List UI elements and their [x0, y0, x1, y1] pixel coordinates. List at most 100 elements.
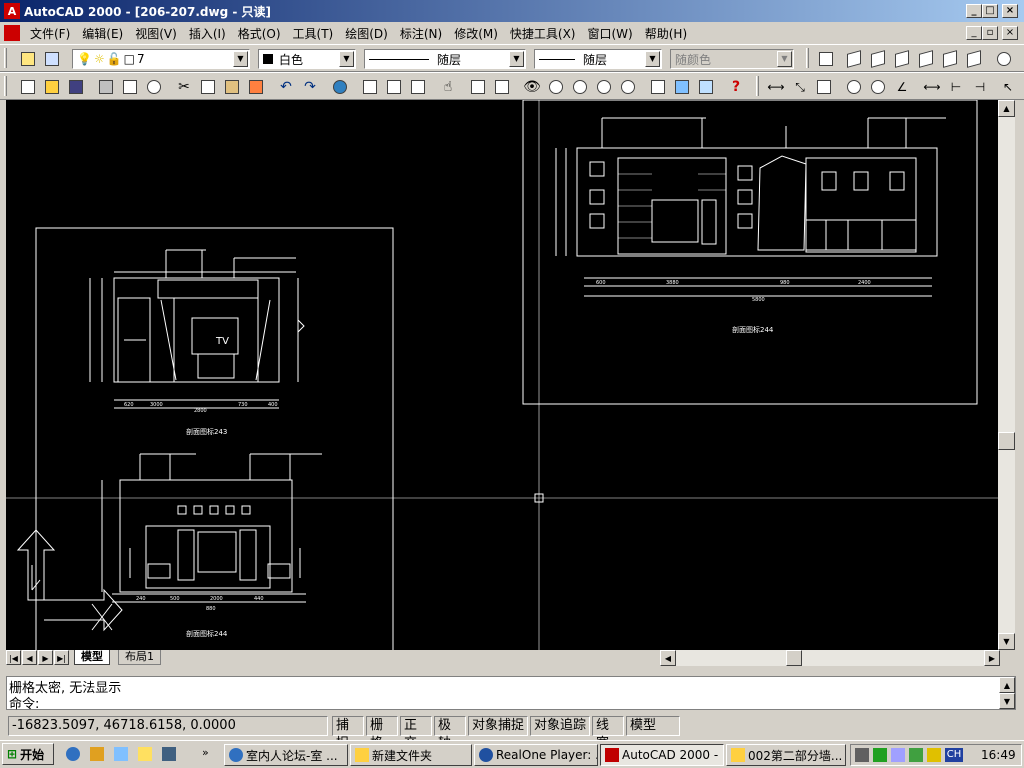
- quick-leader-icon[interactable]: ↖: [998, 77, 1018, 97]
- properties-icon[interactable]: [648, 77, 668, 97]
- task-realone[interactable]: RealOne Player: ...: [474, 744, 598, 766]
- iso-view-top-icon[interactable]: [940, 49, 960, 69]
- menu-shortcut-tools[interactable]: 快捷工具(X): [504, 25, 582, 42]
- monitor-icon[interactable]: [891, 748, 905, 762]
- start-button[interactable]: ⊞ 开始: [2, 743, 54, 765]
- command-scroll-down-icon[interactable]: ▼: [999, 693, 1015, 709]
- zoom-previous-icon[interactable]: [618, 77, 638, 97]
- maximize-button[interactable]: □: [982, 4, 998, 18]
- scroll-up-icon[interactable]: ▲: [998, 100, 1015, 117]
- task-autocad[interactable]: AutoCAD 2000 - [...: [600, 744, 724, 766]
- baseline-dimension-icon[interactable]: ⊢: [946, 77, 966, 97]
- clock[interactable]: 16:49: [981, 748, 1016, 762]
- paste-icon[interactable]: [222, 77, 242, 97]
- doc-restore-button[interactable]: ▫: [982, 26, 998, 40]
- task-folder-002[interactable]: 002第二部分墙...: [726, 744, 846, 766]
- web-browser-icon[interactable]: [330, 77, 350, 97]
- scroll-thumb[interactable]: [998, 432, 1015, 450]
- snap-toggle[interactable]: 捕捉: [332, 716, 364, 751]
- iso-view-ne-icon[interactable]: [892, 49, 912, 69]
- minimize-button[interactable]: _: [966, 4, 982, 18]
- match-properties-icon[interactable]: [246, 77, 266, 97]
- document-icon[interactable]: [4, 25, 20, 41]
- menu-dimension[interactable]: 标注(N): [394, 25, 448, 42]
- print-preview-icon[interactable]: [120, 77, 140, 97]
- iso-view-se-icon[interactable]: [868, 49, 888, 69]
- scroll-left-icon[interactable]: ◀: [660, 650, 676, 666]
- toolbar-grip[interactable]: [4, 76, 7, 96]
- menu-file[interactable]: 文件(F): [24, 25, 76, 42]
- tab-prev-icon[interactable]: ◀: [22, 650, 37, 665]
- command-prompt[interactable]: 命令:: [9, 693, 39, 712]
- drawing-canvas[interactable]: TV 剖面图标243 剖面图标244 剖面图标244 620 2800 3000…: [6, 100, 998, 650]
- command-scroll-up-icon[interactable]: ▲: [999, 677, 1015, 693]
- hscroll-thumb[interactable]: [786, 650, 802, 666]
- viewports-icon[interactable]: [492, 77, 512, 97]
- chevron-down-icon[interactable]: ▼: [777, 51, 792, 67]
- zoom-realtime-icon[interactable]: [570, 77, 590, 97]
- make-layer-current-icon[interactable]: [42, 49, 62, 69]
- chevron-down-icon[interactable]: ▼: [645, 51, 660, 67]
- chevron-down-icon[interactable]: ▼: [233, 51, 248, 67]
- doc-close-button[interactable]: ×: [1002, 26, 1018, 40]
- iso-view-sw-icon[interactable]: [844, 49, 864, 69]
- desktop-quicklaunch-icon[interactable]: [114, 747, 128, 761]
- undo-icon[interactable]: ↶: [276, 77, 296, 97]
- view-icon[interactable]: [816, 49, 836, 69]
- named-views-icon[interactable]: [408, 77, 428, 97]
- dbconnect-icon[interactable]: [696, 77, 716, 97]
- menu-tools[interactable]: 工具(T): [287, 25, 340, 42]
- find-icon[interactable]: [144, 77, 164, 97]
- menu-help[interactable]: 帮助(H): [639, 25, 693, 42]
- tab-first-icon[interactable]: |◀: [6, 650, 21, 665]
- linear-dimension-icon[interactable]: ⟷: [766, 77, 786, 97]
- scroll-down-icon[interactable]: ▼: [998, 633, 1015, 650]
- color-dropdown[interactable]: 白色 ▼: [258, 49, 356, 69]
- ie-quicklaunch-icon[interactable]: [66, 747, 80, 761]
- ortho-toggle[interactable]: 正交: [400, 716, 432, 751]
- quicklaunch-more-icon[interactable]: »: [202, 746, 209, 759]
- menu-window[interactable]: 窗口(W): [582, 25, 639, 42]
- layer-dropdown[interactable]: 💡 ☼ 🔓 □ 7 ▼: [72, 49, 250, 69]
- pan-realtime-icon[interactable]: 👁: [522, 77, 542, 97]
- osnap-toggle[interactable]: 对象捕捉: [468, 716, 528, 736]
- osnap-toggle-icon[interactable]: [360, 77, 380, 97]
- task-new-folder[interactable]: 新建文件夹: [350, 744, 472, 766]
- tiled-viewports-icon[interactable]: [468, 77, 488, 97]
- design-center-icon[interactable]: [672, 77, 692, 97]
- menu-insert[interactable]: 插入(I): [183, 25, 232, 42]
- continue-dimension-icon[interactable]: ⊣: [970, 77, 990, 97]
- home-icon[interactable]: [927, 748, 941, 762]
- input-language-indicator[interactable]: CH: [945, 748, 963, 762]
- media-quicklaunch-icon[interactable]: [162, 747, 176, 761]
- print-icon[interactable]: [96, 77, 116, 97]
- pan-icon[interactable]: [546, 77, 566, 97]
- pick-point-icon[interactable]: ☝: [438, 77, 458, 97]
- menu-draw[interactable]: 绘图(D): [339, 25, 394, 42]
- menu-edit[interactable]: 编辑(E): [76, 25, 129, 42]
- chevron-down-icon[interactable]: ▼: [339, 51, 354, 67]
- zoom-window-icon[interactable]: [594, 77, 614, 97]
- lineweight-toggle[interactable]: 线宽: [592, 716, 624, 751]
- otrack-toggle[interactable]: 对象追踪: [530, 716, 590, 736]
- tab-layout1[interactable]: 布局1: [118, 650, 161, 665]
- tab-model[interactable]: 模型: [74, 650, 110, 665]
- task-forum[interactable]: 室内人论坛-室 ...: [224, 744, 348, 766]
- layer-manager-icon[interactable]: [18, 49, 38, 69]
- new-file-icon[interactable]: [18, 77, 38, 97]
- 3d-orbit-icon[interactable]: [994, 49, 1014, 69]
- model-space-toggle[interactable]: 模型: [626, 716, 680, 736]
- tray-app-icon[interactable]: [909, 748, 923, 762]
- menu-format[interactable]: 格式(O): [232, 25, 287, 42]
- doc-minimize-button[interactable]: _: [966, 26, 982, 40]
- redo-icon[interactable]: ↷: [300, 77, 320, 97]
- polar-toggle[interactable]: 极轴: [434, 716, 466, 751]
- radius-dimension-icon[interactable]: [844, 77, 864, 97]
- title-bar[interactable]: A AutoCAD 2000 - [206-207.dwg - 只读]: [0, 0, 1024, 22]
- open-file-icon[interactable]: [42, 77, 62, 97]
- chevron-down-icon[interactable]: ▼: [509, 51, 524, 67]
- linetype-dropdown[interactable]: 随层 ▼: [364, 49, 526, 69]
- quick-dimension-icon[interactable]: ⟷: [922, 77, 942, 97]
- menu-view[interactable]: 视图(V): [129, 25, 183, 42]
- diameter-dimension-icon[interactable]: [868, 77, 888, 97]
